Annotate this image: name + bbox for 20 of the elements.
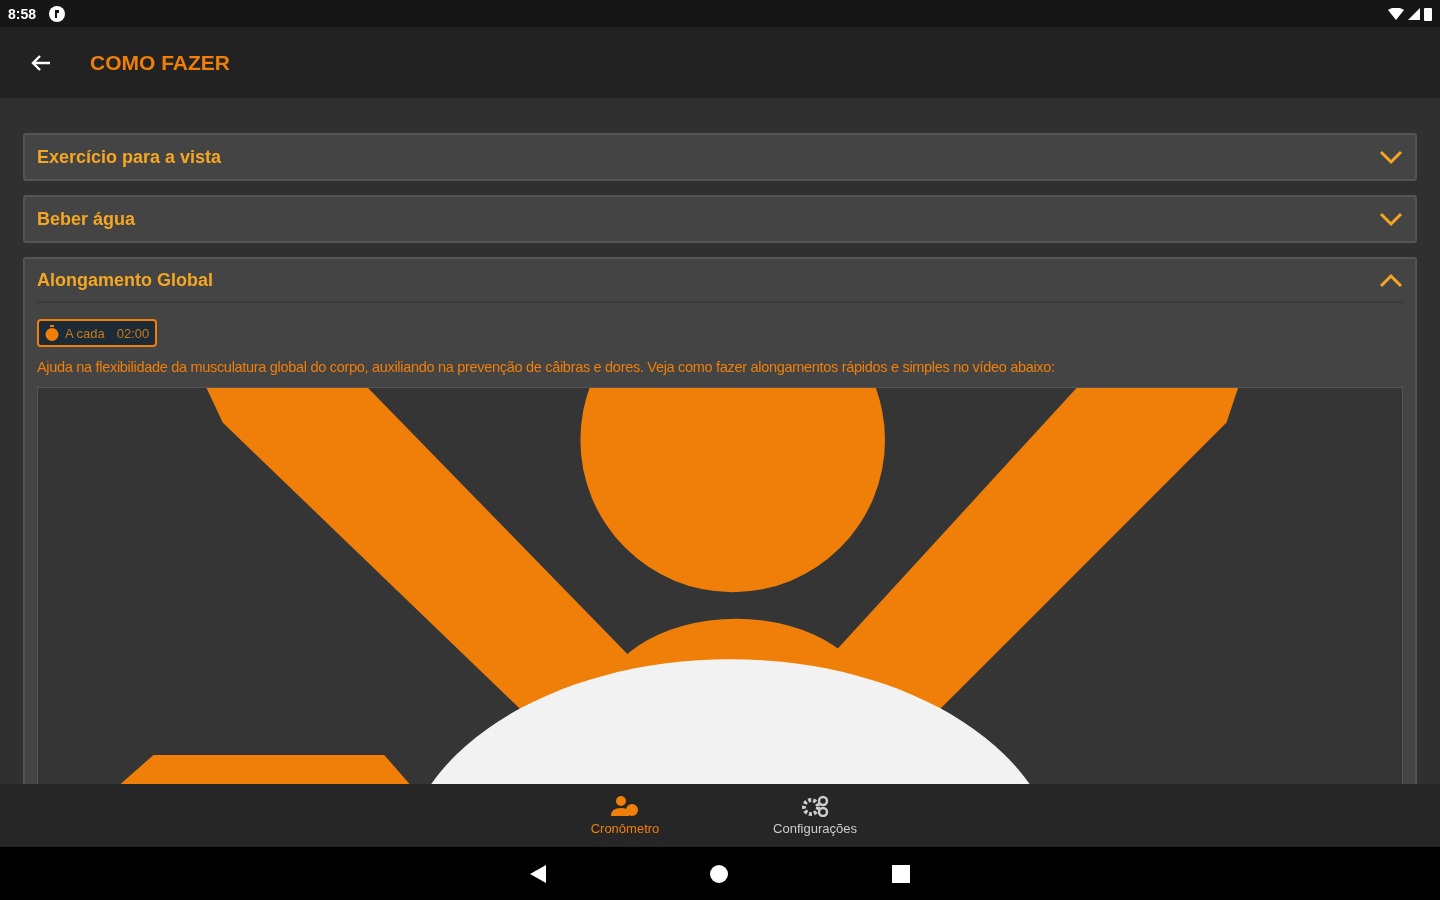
nav-tab[interactable]: Configurações: [740, 784, 890, 847]
battery-icon: [1424, 6, 1432, 21]
status-time: 8:58: [8, 5, 37, 22]
person-clock-icon: [611, 795, 639, 817]
nav-tab[interactable]: Cronômetro: [550, 784, 700, 847]
accordion-header[interactable]: Beber água: [25, 197, 1415, 241]
interval-label: A cada: [65, 325, 105, 341]
signal-icon: [1408, 7, 1420, 20]
home-circle-icon[interactable]: [710, 864, 728, 883]
gears-icon: [801, 795, 829, 817]
description-text: Ajuda na flexibilidade da musculatura global do corpo, auxiliando na prevenção de câibras e dores. Veja como fazer alongamentos rápidos e simples no vídeo abaixo:: [37, 359, 1056, 375]
stopwatch-icon: [45, 325, 59, 341]
interval-value: 02:00: [116, 325, 150, 341]
wifi-icon: [1388, 7, 1404, 20]
back-triangle-icon[interactable]: [530, 864, 546, 883]
recents-square-icon[interactable]: [892, 864, 910, 883]
accordion-header[interactable]: Alongamento Global: [37, 259, 1403, 303]
page-title: COMO FAZER: [90, 50, 230, 75]
notification-icon: [48, 4, 67, 23]
accordion-header[interactable]: Exercício para a vista: [25, 135, 1415, 179]
